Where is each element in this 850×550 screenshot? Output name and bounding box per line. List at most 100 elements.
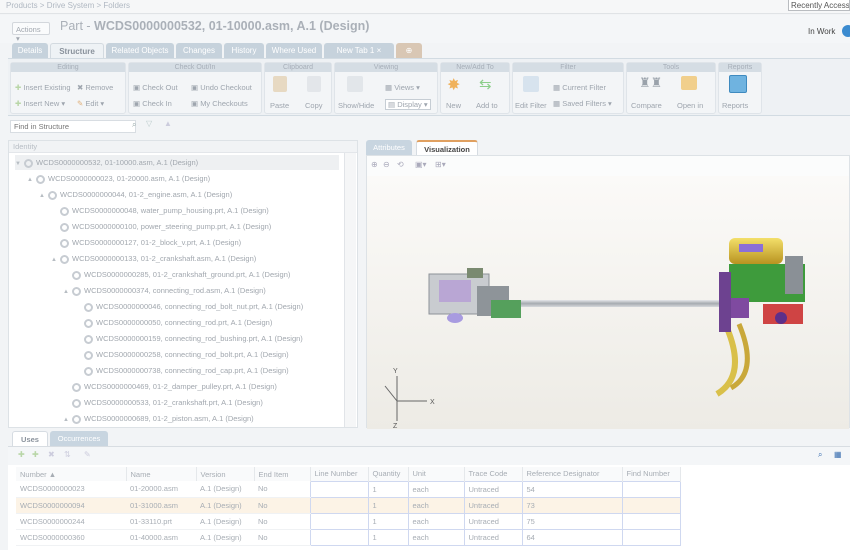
- table-cell[interactable]: Untraced: [463, 512, 523, 530]
- add-child-icon[interactable]: ✚: [32, 450, 39, 459]
- table-cell[interactable]: Untraced: [463, 480, 523, 498]
- table-cell[interactable]: 1: [367, 512, 409, 530]
- tab-history[interactable]: History: [224, 43, 264, 58]
- edit-filter-button[interactable]: Edit Filter: [515, 101, 547, 110]
- table-cell[interactable]: 73: [521, 496, 623, 514]
- insert-existing-button[interactable]: ✚ Insert Existing: [15, 83, 71, 92]
- tab-structure[interactable]: Structure: [50, 43, 104, 58]
- table-cell[interactable]: [309, 528, 369, 546]
- tree-row[interactable]: WCDS0000000100, power_steering_pump.prt,…: [51, 219, 271, 234]
- tab-details[interactable]: Details: [12, 43, 48, 58]
- add-icon[interactable]: ✚: [18, 450, 25, 459]
- copy-button[interactable]: Copy: [305, 101, 323, 110]
- column-header[interactable]: Number ▲: [16, 467, 127, 481]
- tree-expander-icon[interactable]: ▲: [51, 253, 57, 268]
- tree-header-identity[interactable]: Identity: [9, 141, 357, 153]
- column-header[interactable]: Quantity: [368, 467, 409, 481]
- tree-row[interactable]: ▲ WCDS0000000044, 01-2_engine.asm, A.1 (D…: [39, 187, 232, 202]
- column-header[interactable]: Name: [126, 467, 197, 481]
- table-cell[interactable]: [309, 496, 369, 514]
- tree-scrollbar[interactable]: [344, 153, 356, 427]
- table-cell[interactable]: [309, 480, 369, 498]
- remove-button[interactable]: ✖ Remove: [77, 83, 113, 92]
- tree-row[interactable]: WCDS0000000469, 01-2_damper_pulley.prt, …: [63, 379, 277, 394]
- tree-expander-icon[interactable]: ▼: [15, 157, 21, 172]
- table-cell[interactable]: [309, 512, 369, 530]
- tree-expander-icon[interactable]: ▲: [63, 413, 69, 428]
- column-header[interactable]: Find Number: [622, 467, 681, 481]
- rotate-icon[interactable]: ⟲: [397, 160, 404, 169]
- current-filter-button[interactable]: ▦ Current Filter: [553, 83, 606, 92]
- table-cell[interactable]: 75: [521, 512, 623, 530]
- tab-related-objects[interactable]: Related Objects: [106, 43, 174, 58]
- check-in-button[interactable]: ▣ Check In: [133, 99, 172, 108]
- tab-attributes[interactable]: Attributes: [366, 140, 412, 155]
- tree-row[interactable]: WCDS0000000533, 01-2_crankshaft.prt, A.1…: [63, 395, 263, 410]
- view-icon[interactable]: ▣▾: [415, 160, 427, 169]
- table-cell[interactable]: [621, 480, 681, 498]
- edit-row-icon[interactable]: ✎: [84, 450, 91, 459]
- table-cell[interactable]: 1: [367, 480, 409, 498]
- tree-row[interactable]: ▲ WCDS0000000689, 01-2_piston.asm, A.1 (D…: [63, 411, 254, 426]
- find-in-structure-input[interactable]: [10, 120, 136, 133]
- tree-expander-icon[interactable]: ▲: [63, 285, 69, 300]
- 3d-viewport[interactable]: X Y Z: [367, 176, 849, 430]
- reports-button[interactable]: Reports: [722, 101, 748, 110]
- tab-uses[interactable]: Uses: [12, 431, 48, 446]
- collapse-up-icon[interactable]: ▲: [164, 119, 172, 128]
- table-cell[interactable]: [621, 528, 681, 546]
- compare-button[interactable]: Compare: [631, 101, 662, 110]
- tab-new-tab-1[interactable]: New Tab 1 ×: [324, 43, 394, 58]
- saved-filters-button[interactable]: ▦ Saved Filters ▾: [553, 99, 612, 108]
- new-button[interactable]: New: [446, 101, 461, 110]
- table-cell[interactable]: each: [407, 528, 465, 546]
- tree-row[interactable]: ▼ WCDS0000000532, 01-10000.asm, A.1 (Desi…: [15, 155, 339, 170]
- column-header[interactable]: Unit: [408, 467, 465, 481]
- table-row[interactable]: WCDS0000000023 01-20000.asm A.1 (Design) No…: [16, 480, 681, 498]
- table-cell[interactable]: each: [407, 512, 465, 530]
- table-row[interactable]: WCDS0000000244 01-33110.prt A.1 (Design) No…: [16, 512, 681, 530]
- tree-row[interactable]: WCDS0000000127, 01-2_block_v.prt, A.1 (D…: [51, 235, 241, 250]
- filter-icon[interactable]: ▽: [146, 119, 152, 128]
- table-cell[interactable]: 54: [521, 480, 623, 498]
- insert-new-button[interactable]: ✚ Insert New ▾: [15, 99, 65, 108]
- column-header[interactable]: End Item: [254, 467, 311, 481]
- table-row[interactable]: WCDS0000000360 01-40000.asm A.1 (Design) No…: [16, 528, 681, 546]
- views-button[interactable]: ▦ Views ▾: [385, 83, 420, 92]
- add-to-button[interactable]: Add to: [476, 101, 498, 110]
- tree-row[interactable]: WCDS0000000258, connecting_rod_bolt.prt,…: [75, 347, 289, 362]
- search-icon[interactable]: ⌕: [132, 120, 136, 130]
- show-hide-button[interactable]: Show/Hide: [338, 101, 374, 110]
- add-tab-icon[interactable]: ⊕: [396, 43, 422, 58]
- breadcrumb[interactable]: Products > Drive System > Folders: [6, 1, 130, 10]
- tree-row[interactable]: ▲ WCDS0000000023, 01-20000.asm, A.1 (Desi…: [27, 171, 210, 186]
- my-checkouts-button[interactable]: ▣ My Checkouts: [191, 99, 248, 108]
- table-cell[interactable]: 1: [367, 496, 409, 514]
- remove-icon[interactable]: ✖: [48, 450, 55, 459]
- column-header[interactable]: Version: [196, 467, 255, 481]
- table-options-icon[interactable]: ▦: [834, 450, 842, 459]
- table-cell[interactable]: [621, 512, 681, 530]
- tree-row[interactable]: ▲ WCDS0000000133, 01-2_crankshaft.asm, A.…: [51, 251, 256, 266]
- table-cell[interactable]: each: [407, 480, 465, 498]
- edit-button[interactable]: ✎ Edit ▾: [77, 99, 104, 108]
- grid-view-icon[interactable]: ⊞▾: [435, 160, 446, 169]
- column-header[interactable]: Trace Code: [464, 467, 523, 481]
- tree-row[interactable]: ▲ WCDS0000000374, connecting_rod.asm, A.1…: [63, 283, 266, 298]
- column-header[interactable]: Line Number: [310, 467, 369, 481]
- table-cell[interactable]: Untraced: [463, 496, 523, 514]
- actions-menu-button[interactable]: Actions ▾: [12, 22, 50, 43]
- open-in-button[interactable]: Open in: [677, 101, 703, 110]
- zoom-icon[interactable]: ⊕: [371, 160, 378, 169]
- help-icon[interactable]: [842, 25, 850, 37]
- tab-visualization[interactable]: Visualization: [416, 140, 478, 155]
- tab-occurrences[interactable]: Occurrences: [50, 431, 108, 446]
- tree-expander-icon[interactable]: ▲: [27, 173, 33, 188]
- tree-row[interactable]: WCDS0000000050, connecting_rod.prt, A.1 …: [75, 315, 272, 330]
- move-icon[interactable]: ⇅: [64, 450, 71, 459]
- table-cell[interactable]: each: [407, 496, 465, 514]
- table-cell[interactable]: Untraced: [463, 528, 523, 546]
- tree-row[interactable]: WCDS0000000738, connecting_rod_cap.prt, …: [75, 363, 289, 378]
- table-cell[interactable]: [621, 496, 681, 514]
- tree-row[interactable]: WCDS0000000159, connecting_rod_bushing.p…: [75, 331, 303, 346]
